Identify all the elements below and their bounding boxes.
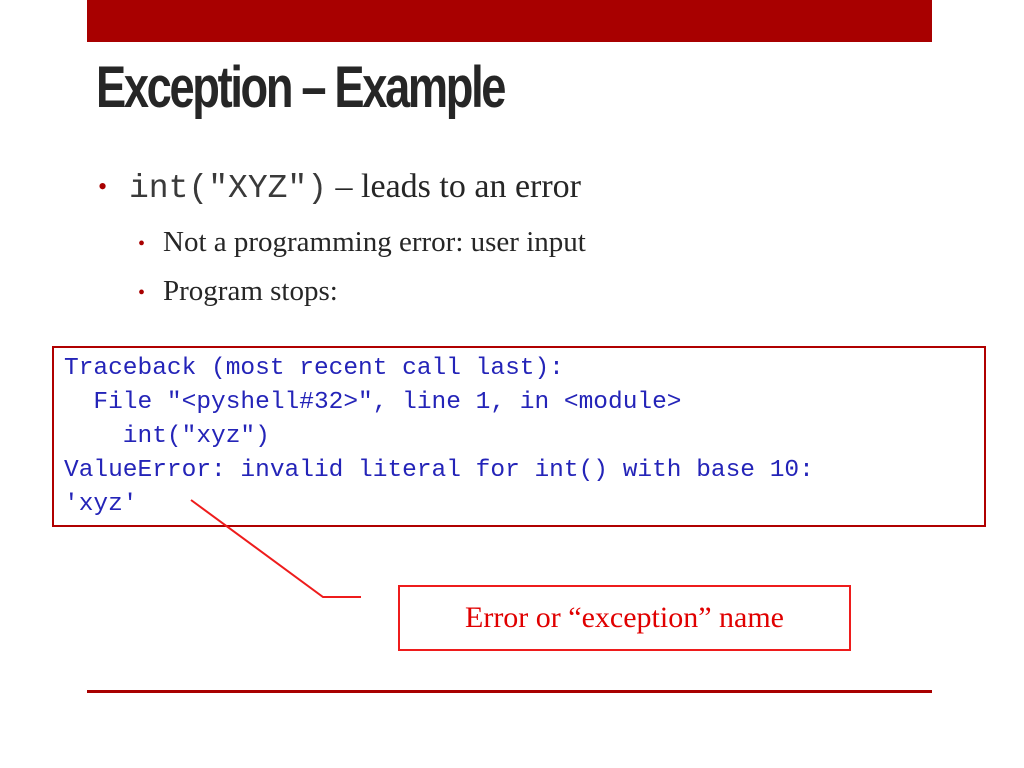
callout-box: Error or “exception” name: [398, 585, 851, 651]
footer-rule: [87, 690, 932, 693]
callout-label: Error or “exception” name: [465, 601, 784, 634]
callout-pointer: [190, 499, 361, 598]
callout-leader-line: [190, 499, 361, 598]
